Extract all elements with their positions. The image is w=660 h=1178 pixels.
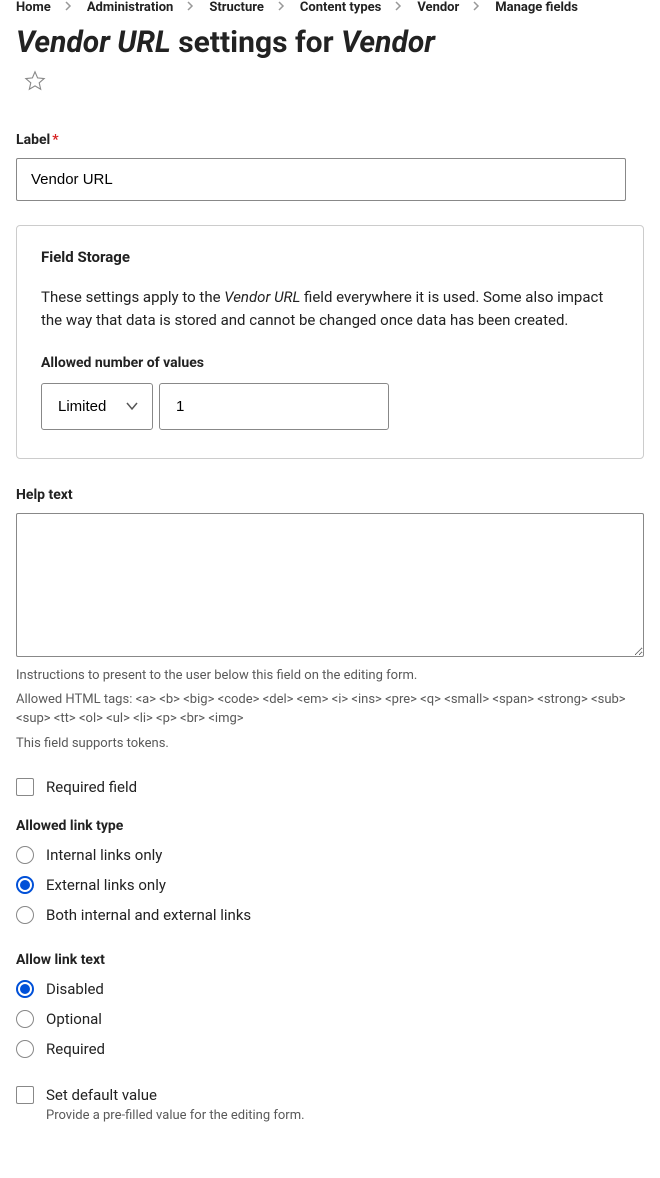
label-field-label: Label* (16, 132, 644, 148)
radio-label: Disabled (46, 980, 104, 998)
required-field-checkbox[interactable] (16, 778, 34, 796)
radio-icon[interactable] (16, 906, 34, 924)
breadcrumb-item-vendor[interactable]: Vendor (417, 0, 459, 15)
breadcrumb-item-manage-fields[interactable]: Manage fields (495, 0, 578, 15)
chevron-right-icon (270, 0, 294, 15)
radio-external-links[interactable]: External links only (16, 876, 644, 894)
radio-icon-checked[interactable] (16, 980, 34, 998)
field-storage-description: These settings apply to the Vendor URL f… (41, 286, 619, 333)
breadcrumb-item-home[interactable]: Home (16, 0, 51, 15)
radio-link-text-required[interactable]: Required (16, 1040, 644, 1058)
chevron-right-icon (57, 0, 81, 15)
radio-link-text-disabled[interactable]: Disabled (16, 980, 644, 998)
allow-link-text-title: Allow link text (16, 952, 644, 968)
chevron-right-icon (179, 0, 203, 15)
field-storage-fieldset: Field Storage These settings apply to th… (16, 225, 644, 459)
page-title-content-type: Vendor (341, 25, 435, 60)
cardinality-number-input[interactable] (159, 383, 389, 430)
help-text-desc-3: This field supports tokens. (16, 735, 644, 754)
breadcrumb: Home Administration Structure Content ty… (0, 0, 660, 15)
label-input[interactable] (16, 158, 626, 201)
radio-both-links[interactable]: Both internal and external links (16, 906, 644, 924)
radio-link-text-optional[interactable]: Optional (16, 1010, 644, 1028)
radio-icon[interactable] (16, 846, 34, 864)
radio-label: Optional (46, 1010, 102, 1028)
page-title: Vendor URL settings for Vendor (0, 15, 660, 66)
required-field-label: Required field (46, 778, 137, 796)
breadcrumb-item-content-types[interactable]: Content types (300, 0, 381, 15)
radio-label: Both internal and external links (46, 906, 251, 924)
help-text-desc-1: Instructions to present to the user belo… (16, 667, 644, 686)
radio-label: External links only (46, 876, 166, 894)
help-text-textarea[interactable] (16, 513, 644, 657)
help-text-desc-2: Allowed HTML tags: <a> <b> <big> <code> … (16, 691, 644, 729)
breadcrumb-item-administration[interactable]: Administration (87, 0, 174, 15)
storage-desc-field-name: Vendor URL (224, 288, 300, 306)
star-icon[interactable] (24, 70, 46, 92)
radio-internal-links[interactable]: Internal links only (16, 846, 644, 864)
page-title-middle: settings for (171, 25, 341, 60)
radio-icon[interactable] (16, 1010, 34, 1028)
required-marker: * (52, 132, 58, 148)
chevron-right-icon (387, 0, 411, 15)
help-text-label: Help text (16, 487, 644, 503)
radio-icon[interactable] (16, 1040, 34, 1058)
label-text: Label (16, 132, 50, 148)
chevron-right-icon (465, 0, 489, 15)
field-storage-legend: Field Storage (41, 248, 619, 266)
required-field-checkbox-row[interactable]: Required field (16, 778, 644, 796)
storage-desc-prefix: These settings apply to the (41, 288, 224, 306)
cardinality-select[interactable]: Limited (41, 383, 153, 430)
allowed-values-label: Allowed number of values (41, 355, 619, 371)
set-default-value-desc: Provide a pre-filled value for the editi… (46, 1108, 644, 1123)
radio-icon-checked[interactable] (16, 876, 34, 894)
set-default-value-checkbox-row[interactable]: Set default value (16, 1086, 644, 1104)
radio-label: Internal links only (46, 846, 162, 864)
radio-label: Required (46, 1040, 105, 1058)
breadcrumb-item-structure[interactable]: Structure (209, 0, 264, 15)
allowed-link-type-title: Allowed link type (16, 818, 644, 834)
page-title-field-name: Vendor URL (16, 25, 171, 60)
set-default-value-label: Set default value (46, 1086, 157, 1104)
set-default-value-checkbox[interactable] (16, 1086, 34, 1104)
